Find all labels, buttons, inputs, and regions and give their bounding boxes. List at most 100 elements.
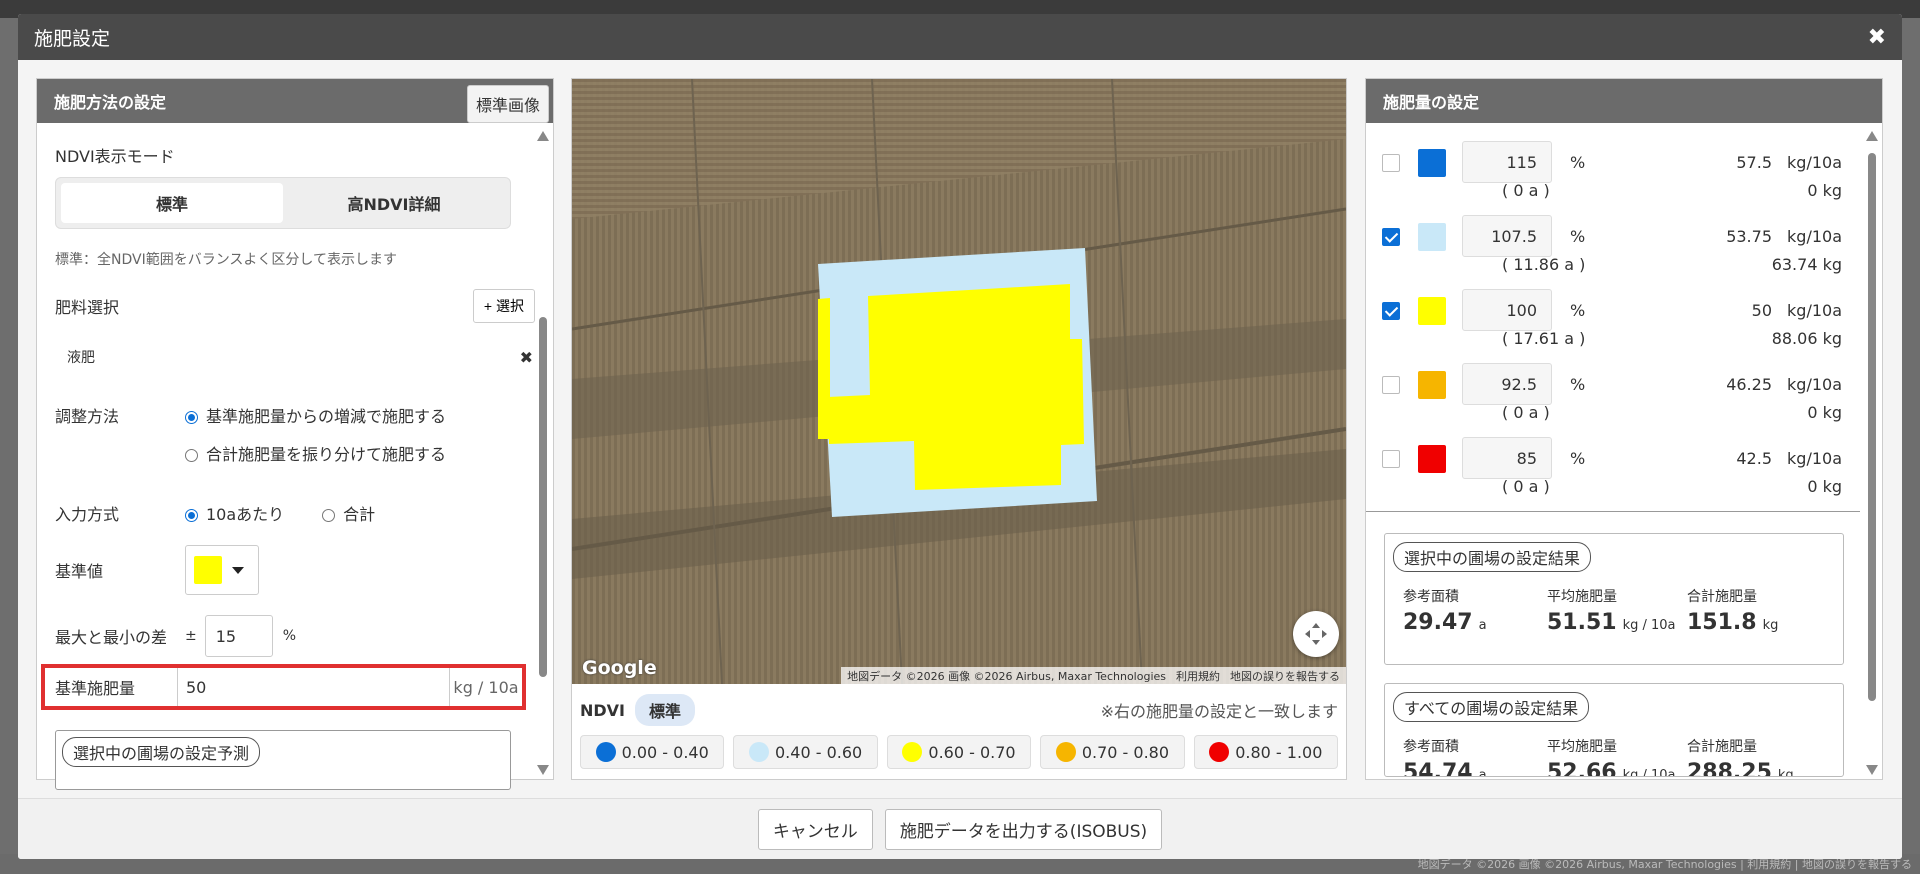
input-option-total[interactable]: 合計 [322,501,375,525]
adjust-method-label: 調整方法 [55,407,120,426]
standard-image-button[interactable]: 標準画像 [466,85,549,123]
input-option-per10a[interactable]: 10aあたり [185,501,284,525]
recenter-button[interactable] [1293,611,1339,657]
panel-title: 施肥量の設定 [1383,93,1480,112]
divider [1366,511,1860,512]
panel-header: 施肥量の設定 [1366,79,1882,123]
rate-unit: kg/10a [1787,301,1842,320]
legend-item: 0.40 - 0.60 [733,735,878,769]
area-stat: 参考面積 29.47 a [1403,589,1487,635]
terms-link[interactable]: 利用規約 [1176,668,1220,684]
rate-kg-per-10a: 53.75 [1726,227,1772,246]
cancel-button[interactable]: キャンセル [757,808,873,850]
yellow-swatch [1418,297,1446,325]
legend-dot [595,742,616,762]
checkbox-checked-icon[interactable] [1382,302,1400,320]
red-swatch [1418,445,1446,473]
scroll-up-icon[interactable] [1866,131,1878,141]
forecast-box: 選択中の圃場の設定予測 [55,730,511,790]
legend-item: 0.00 - 0.40 [580,735,725,769]
ndvi-mode-badge: 標準 [635,694,696,726]
avg-stat: 平均施肥量 52.66 kg / 10a [1547,739,1676,777]
background-right [1902,18,1920,874]
background-left [0,18,18,874]
radio-unchecked-icon[interactable] [322,509,336,522]
rate-area: ( 17.61 a ) [1502,329,1586,348]
legend-item: 0.60 - 0.70 [886,735,1032,769]
percent-sign: % [1570,153,1586,172]
sum-stat: 合計施肥量 151.8 kg [1687,589,1779,635]
legend-item: 0.80 - 1.00 [1193,735,1339,769]
rate-kg-per-10a: 57.5 [1736,153,1772,172]
google-logo: Google [582,657,657,679]
fertilizer-select-label: 肥料選択 [55,298,120,317]
close-icon[interactable]: ✖ [1868,25,1886,50]
checkbox-unchecked-icon[interactable] [1382,376,1400,394]
right-scrollbar[interactable] [1866,131,1878,775]
input-method-label: 入力方式 [55,505,120,524]
panel-header: 施肥方法の設定 標準画像 [37,79,553,123]
scroll-down-icon[interactable] [1866,765,1878,775]
ndvi-mode-toggle: 標準 高NDVI詳細 [55,177,511,229]
rate-percent-input[interactable]: 92.5 [1462,363,1552,405]
adjust-option-increment[interactable]: 基準施肥量からの増減で施肥する [185,403,446,427]
rate-percent-input[interactable]: 100 [1462,289,1552,331]
radio-checked-icon[interactable] [185,411,198,424]
rate-percent-input[interactable]: 115 [1462,141,1552,183]
rate-percent-input[interactable]: 107.5 [1462,215,1552,257]
modal-body: 施肥方法の設定 標準画像 NDVI表示モード 標準 高NDVI詳細 標準：全ND… [18,60,1902,798]
ndvi-label: NDVI [580,700,626,720]
legend-item: 0.70 - 0.80 [1040,735,1185,769]
rate-unit: kg/10a [1787,375,1842,394]
rate-total: 0 kg [1807,181,1842,200]
avg-stat: 平均施肥量 51.51 kg / 10a [1547,589,1676,635]
mode-high-ndvi-tab[interactable]: 高NDVI詳細 [283,183,505,223]
percent-sign: % [1570,301,1586,320]
radio-unchecked-icon[interactable] [185,449,198,462]
scroll-up-icon[interactable] [537,131,549,141]
match-note: ※右の施肥量の設定と一致します [1100,702,1338,721]
rate-area: ( 0 a ) [1502,403,1550,422]
rate-row: 115 % ( 0 a ) 57.5 kg/10a 0 kg [1382,141,1842,207]
map-attribution: 地図データ ©2026 画像 ©2026 Airbus, Maxar Techn… [841,667,1346,684]
left-scrollbar[interactable] [537,131,549,775]
rate-unit: kg/10a [1787,449,1842,468]
rate-row: 92.5 % ( 0 a ) 46.25 kg/10a 0 kg [1382,363,1842,429]
ndvi-row: NDVI 標準 ※右の施肥量の設定と一致します [580,694,1338,726]
rate-total: 63.74 kg [1771,255,1842,274]
rate-area: ( 0 a ) [1502,477,1550,496]
fertilization-amount-panel: 施肥量の設定 115 % ( 0 a ) 57.5 kg/10a 0 kg 10… [1365,78,1883,780]
rate-total: 0 kg [1807,403,1842,422]
ndvi-mode-label: NDVI表示モード [55,147,175,166]
percent-sign: % [1570,375,1586,394]
scrollbar-thumb[interactable] [539,317,547,677]
scrollbar-thumb[interactable] [1868,153,1876,701]
percent-sign: % [1570,227,1586,246]
checkbox-checked-icon[interactable] [1382,228,1400,246]
area-stat: 参考面積 54.74 a [1403,739,1487,777]
rate-row: 107.5 % ( 11.86 a ) 53.75 kg/10a 63.74 k… [1382,215,1842,281]
rate-percent-input[interactable]: 85 [1462,437,1552,479]
base-amount-input[interactable]: 50 [177,668,450,706]
panel-title: 施肥方法の設定 [54,93,167,112]
mode-standard-tab[interactable]: 標準 [61,183,283,223]
yellow-swatch [194,556,222,584]
map-data-credit: 地図データ ©2026 画像 ©2026 Airbus, Maxar Techn… [847,669,1166,683]
report-error-link[interactable]: 地図の誤りを報告する [1230,668,1340,684]
fertilizer-settings-modal: 施肥設定 ✖ 施肥方法の設定 標準画像 NDVI表示モード 標準 高NDVI詳細… [18,14,1902,859]
remove-fertilizer-icon[interactable]: ✖ [520,348,533,367]
select-fertilizer-button[interactable]: + 選択 [472,289,535,323]
caret-down-icon [232,566,244,574]
base-value-color-select[interactable] [185,545,259,595]
adjust-option-distribute[interactable]: 合計施肥量を振り分けて施肥する [185,441,446,465]
scroll-down-icon[interactable] [537,765,549,775]
base-value-label: 基準値 [55,562,104,581]
satellite-map[interactable]: Google 地図データ ©2026 画像 ©2026 Airbus, Maxa… [572,79,1346,684]
radio-checked-icon[interactable] [185,509,198,522]
export-isobus-button[interactable]: 施肥データを出力する(ISOBUS) [884,808,1163,850]
diff-input[interactable]: 15 [204,615,273,657]
blue-swatch [1418,149,1446,177]
checkbox-unchecked-icon[interactable] [1382,450,1400,468]
rate-area: ( 11.86 a ) [1502,255,1586,274]
checkbox-unchecked-icon[interactable] [1382,154,1400,172]
